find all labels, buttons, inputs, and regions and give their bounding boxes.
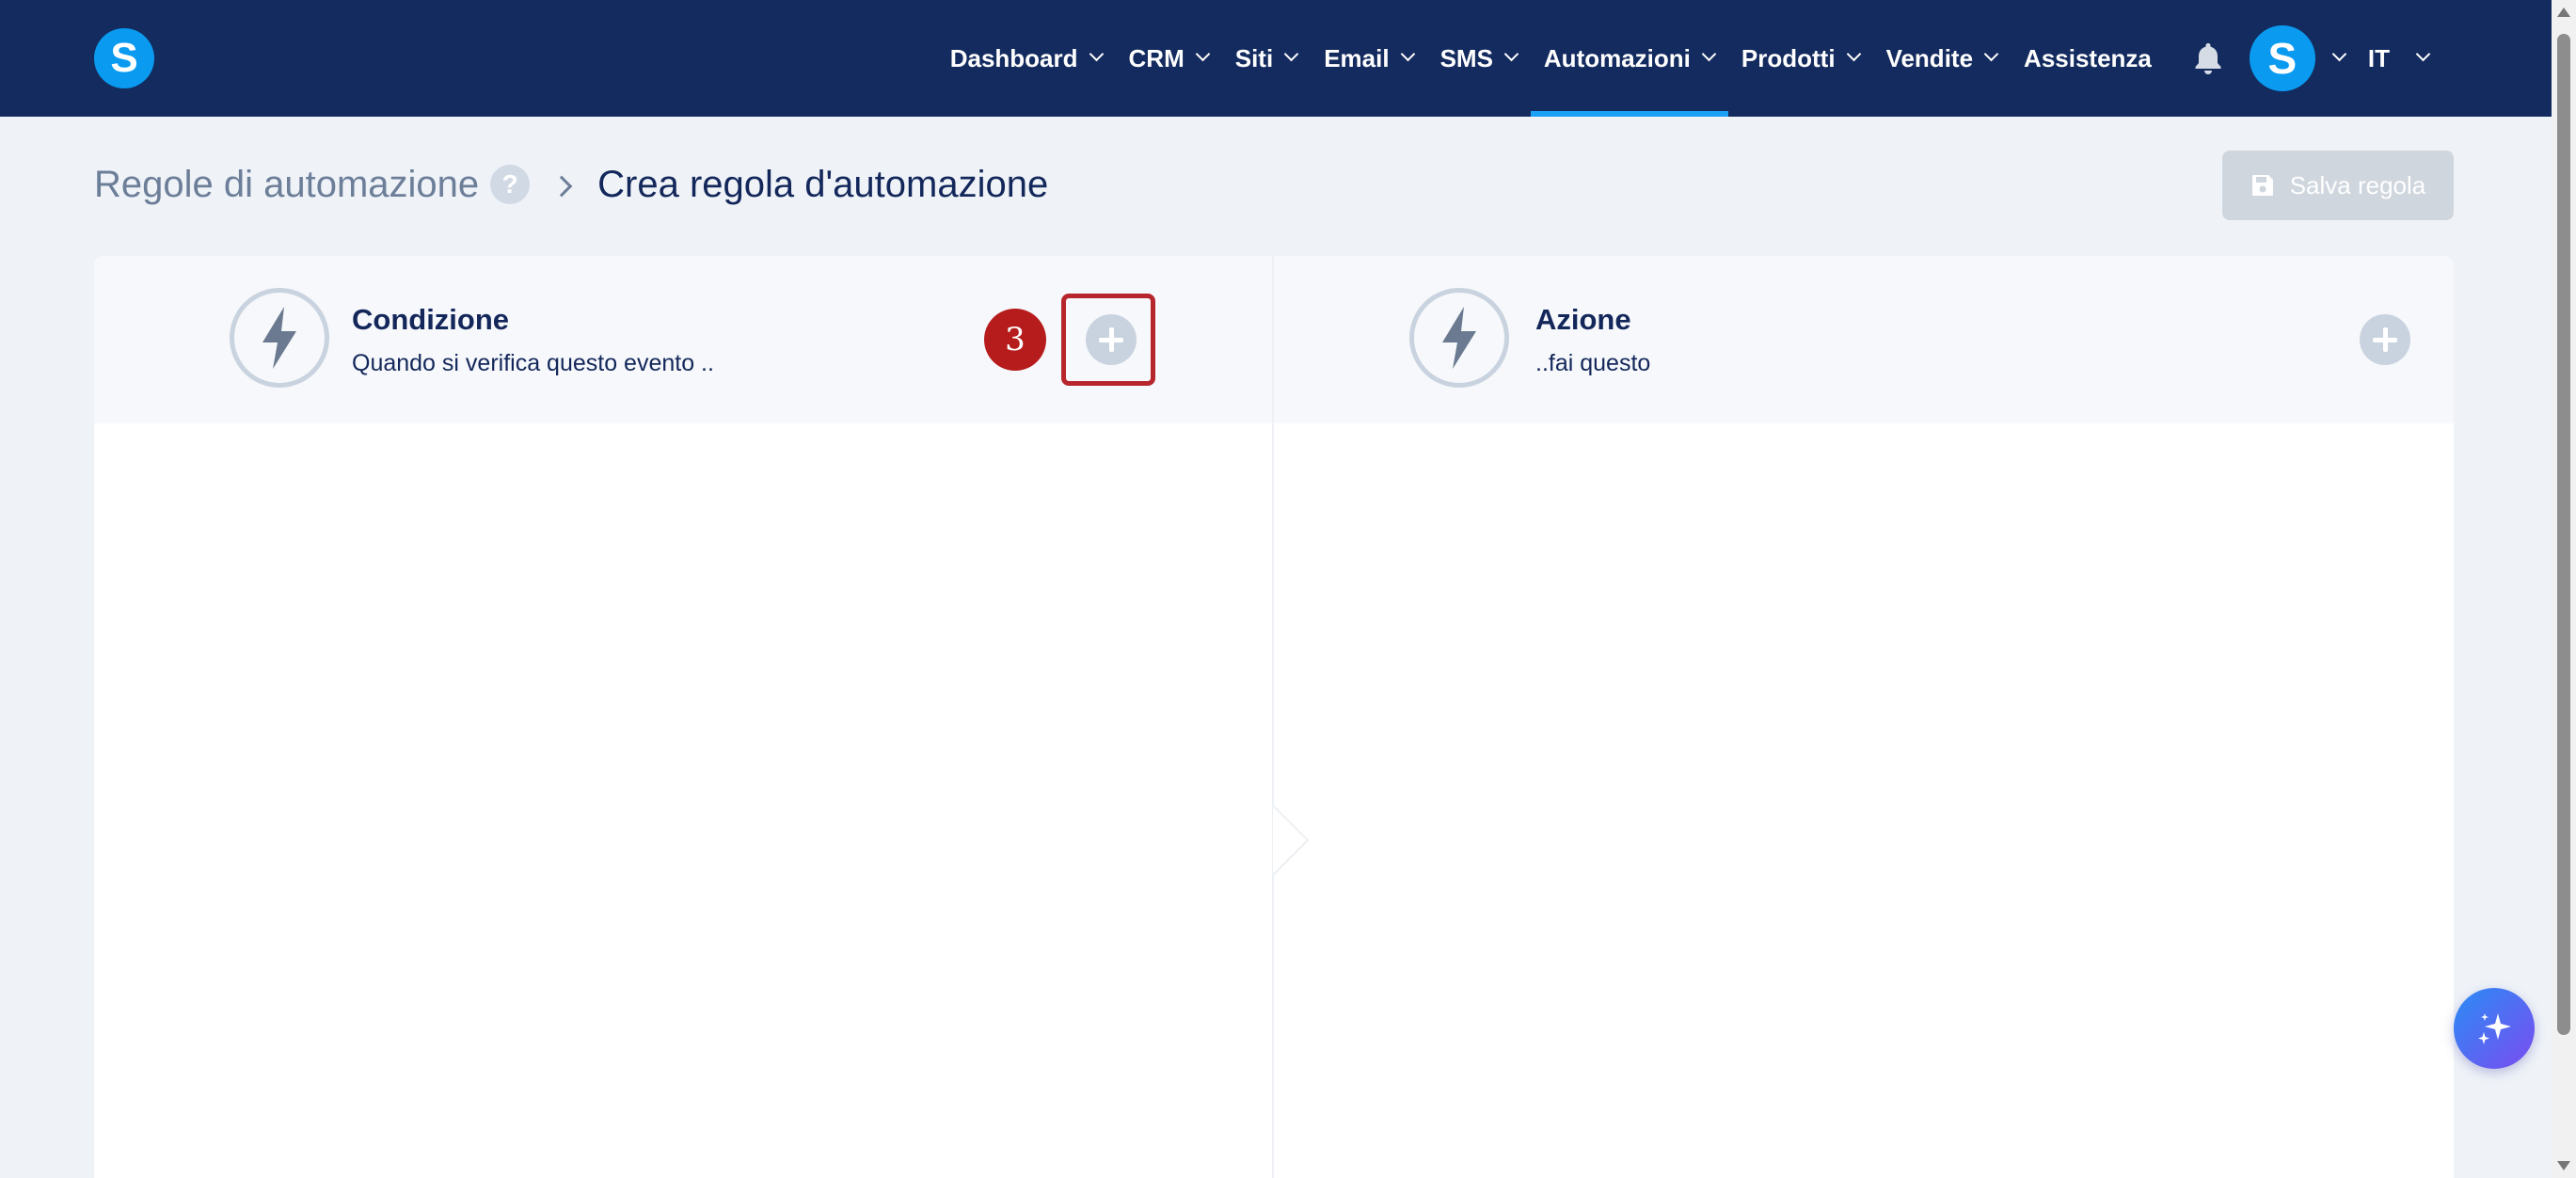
lightning-cycle-icon	[1409, 288, 1509, 388]
scroll-down-arrow-icon[interactable]	[2557, 1161, 2570, 1170]
nav-item-label: Vendite	[1885, 43, 1974, 72]
action-header: Azione ..fai questo	[1274, 256, 2454, 423]
nav-menu: Dashboard CRM Siti Email SMS Automazioni…	[937, 0, 2429, 117]
logo-letter: S	[110, 35, 138, 81]
chevron-down-icon	[1704, 49, 1715, 60]
nav-item-label: Prodotti	[1741, 43, 1836, 72]
chevron-down-icon	[1986, 49, 1997, 60]
language-selector[interactable]: IT	[2368, 44, 2429, 73]
user-avatar[interactable]: S	[2249, 25, 2315, 91]
nav-item-label: Siti	[1234, 43, 1274, 72]
app-logo[interactable]: S	[94, 28, 154, 88]
condition-title: Condizione	[352, 303, 510, 336]
automation-rule-builder: Condizione Quando si verifica questo eve…	[94, 256, 2454, 1178]
chevron-down-icon	[2418, 49, 2429, 60]
condition-column: Condizione Quando si verifica questo eve…	[94, 256, 1272, 1178]
nav-item-vendite[interactable]: Vendite	[1873, 0, 2011, 117]
chevron-down-icon	[1849, 49, 1860, 60]
nav-item-prodotti[interactable]: Prodotti	[1728, 0, 1873, 117]
ai-assistant-button[interactable]	[2454, 988, 2535, 1069]
save-rule-label: Salva regola	[2289, 170, 2426, 199]
floppy-disk-icon	[2251, 175, 2273, 196]
nav-item-assistenza[interactable]: Assistenza	[2011, 0, 2165, 117]
chevron-down-icon[interactable]	[2334, 49, 2345, 60]
add-action-icon[interactable]	[2360, 314, 2410, 365]
nav-item-sms[interactable]: SMS	[1427, 0, 1531, 117]
page-title: Crea regola d'automazione	[597, 163, 1049, 205]
nav-item-dashboard[interactable]: Dashboard	[937, 0, 1116, 117]
page-scrollbar[interactable]	[2552, 0, 2576, 1178]
condition-subtitle: Quando si verifica questo evento ..	[352, 350, 714, 376]
scroll-thumb[interactable]	[2557, 34, 2570, 1035]
nav-item-label: CRM	[1128, 43, 1185, 72]
condition-header: Condizione Quando si verifica questo eve…	[94, 256, 1272, 423]
nav-item-label: Dashboard	[949, 43, 1078, 72]
bell-icon[interactable]	[2189, 40, 2227, 77]
breadcrumb: Regole di automazione ? Crea regola d'au…	[94, 158, 1048, 211]
step-badge: 3	[984, 309, 1046, 371]
nav-item-email[interactable]: Email	[1311, 0, 1426, 117]
chevron-down-icon	[1198, 49, 1209, 60]
language-label: IT	[2367, 43, 2390, 72]
avatar-letter: S	[2267, 34, 2298, 83]
breadcrumb-parent-link[interactable]: Regole di automazione	[94, 164, 479, 206]
lightning-icon	[230, 288, 329, 388]
flow-arrow-notch	[1272, 805, 1310, 876]
help-icon[interactable]: ?	[490, 165, 531, 204]
scroll-up-arrow-icon[interactable]	[2557, 8, 2570, 17]
chevron-down-icon	[1403, 49, 1414, 60]
nav-item-label: Assistenza	[2024, 43, 2152, 72]
nav-item-crm[interactable]: CRM	[1116, 0, 1222, 117]
action-subtitle: ..fai questo	[1535, 350, 1651, 376]
action-title: Azione	[1535, 303, 1631, 336]
top-navbar: S Dashboard CRM Siti Email SMS Automazio…	[0, 0, 2552, 117]
chevron-right-icon	[554, 177, 569, 192]
chevron-down-icon	[1286, 49, 1297, 60]
add-condition-icon[interactable]	[1086, 314, 1137, 365]
chevron-down-icon	[1506, 49, 1518, 60]
nav-item-automazioni[interactable]: Automazioni	[1530, 0, 1728, 117]
save-rule-button[interactable]: Salva regola	[2222, 151, 2454, 220]
sparkle-icon	[2478, 1013, 2511, 1044]
chevron-down-icon	[1091, 49, 1103, 60]
nav-item-label: Email	[1324, 43, 1390, 72]
nav-item-label: Automazioni	[1543, 43, 1691, 72]
nav-item-siti[interactable]: Siti	[1222, 0, 1311, 117]
nav-item-label: SMS	[1439, 43, 1493, 72]
action-column: Azione ..fai questo	[1274, 256, 2454, 1178]
